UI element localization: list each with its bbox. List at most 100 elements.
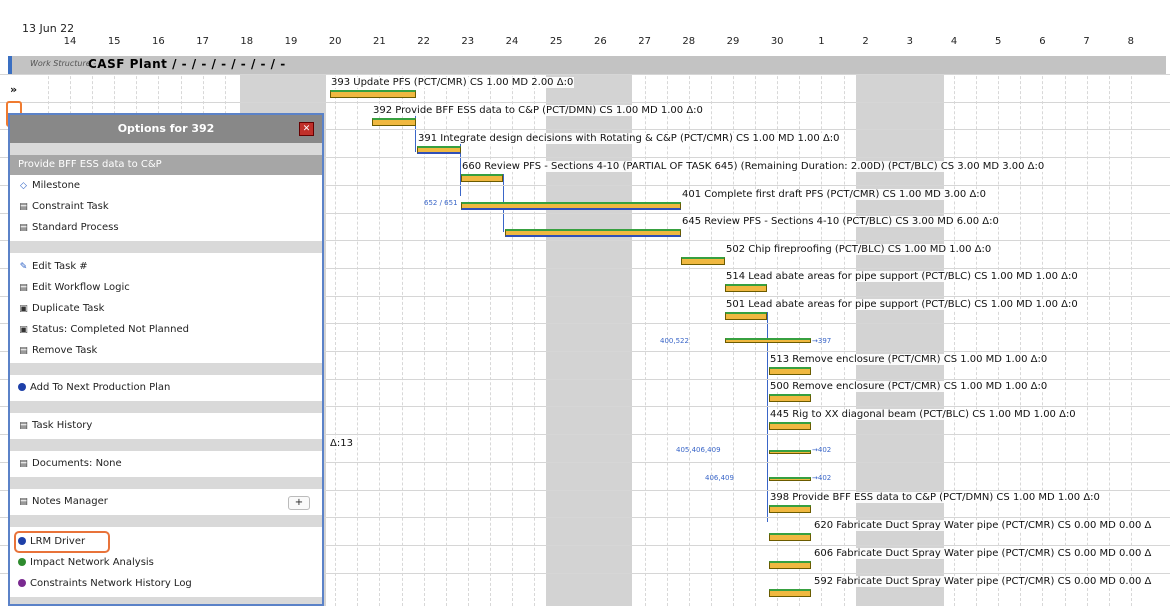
- task-label-398[interactable]: 398 Provide BFF ESS data to C&P (PCT/DMN…: [769, 492, 1101, 503]
- task-bar-405[interactable]: [769, 450, 811, 454]
- process-icon: ▤: [19, 223, 28, 233]
- panel-divider: [10, 363, 322, 375]
- document-icon: ▤: [19, 459, 28, 469]
- add-note-button[interactable]: +: [288, 496, 310, 510]
- day-label: 14: [63, 36, 77, 47]
- menu-item-label: Add To Next Production Plan: [30, 382, 171, 393]
- day-label: 18: [240, 36, 254, 47]
- task-bar-514[interactable]: [725, 284, 767, 292]
- duplicate-icon: ▣: [19, 304, 28, 314]
- menu-item-impact-network[interactable]: Impact Network Analysis: [18, 554, 154, 572]
- menu-item-label: Standard Process: [32, 222, 119, 233]
- history-icon: ▤: [19, 421, 28, 431]
- menu-item-constraints-network[interactable]: Constraints Network History Log: [18, 575, 192, 593]
- task-bar-401[interactable]: [461, 202, 681, 210]
- task-label-502[interactable]: 502 Chip fireproofing (PCT/BLC) CS 1.00 …: [725, 244, 993, 255]
- task-label-645[interactable]: 645 Review PFS - Sections 4-10 (PCT/BLC)…: [681, 216, 1000, 227]
- menu-item-duplicate-task[interactable]: ▣ Duplicate Task: [18, 300, 104, 318]
- task-label-592[interactable]: 592 Fabricate Duct Spray Water pipe (PCT…: [813, 576, 1153, 587]
- task-label-513[interactable]: 513 Remove enclosure (PCT/CMR) CS 1.00 M…: [769, 354, 1049, 365]
- workflow-icon: ▤: [19, 283, 28, 293]
- day-label: 28: [682, 36, 696, 47]
- task-bar-513[interactable]: [769, 367, 811, 375]
- day-label: 25: [549, 36, 563, 47]
- diamond-icon: ◇: [20, 181, 27, 191]
- menu-item-label: Edit Task #: [32, 261, 88, 272]
- dependency-line: [415, 110, 416, 152]
- task-bar-406[interactable]: [769, 477, 811, 481]
- day-label: 6: [1039, 36, 1046, 47]
- task-label-391[interactable]: 391 Integrate design decisions with Rota…: [417, 133, 841, 144]
- green-dot-icon: [18, 558, 26, 566]
- menu-item-label: Task History: [32, 420, 93, 431]
- task-bar-645[interactable]: [505, 229, 681, 237]
- task-label-392[interactable]: 392 Provide BFF ESS data to C&P (PCT/DMN…: [372, 105, 704, 116]
- menu-item-label: Milestone: [32, 180, 81, 191]
- work-structure-name: CASF Plant / - / - / - / - / - / -: [88, 57, 286, 71]
- close-icon[interactable]: ✕: [299, 122, 314, 136]
- task-label-606[interactable]: 606 Fabricate Duct Spray Water pipe (PCT…: [813, 548, 1153, 559]
- task-bar-500[interactable]: [769, 394, 811, 402]
- row-line: [0, 101, 1170, 103]
- menu-item-status[interactable]: ▣ Status: Completed Not Planned: [18, 321, 189, 339]
- task-bar-606[interactable]: [769, 561, 811, 569]
- day-label: 29: [726, 36, 740, 47]
- menu-item-edit-workflow[interactable]: ▤ Edit Workflow Logic: [18, 279, 130, 297]
- notes-icon: ▤: [19, 497, 28, 507]
- menu-item-milestone[interactable]: ◇ Milestone: [18, 177, 80, 195]
- menu-item-add-production-plan[interactable]: Add To Next Production Plan: [18, 379, 170, 397]
- task-bar-620[interactable]: [769, 533, 811, 541]
- task-label-401[interactable]: 401 Complete first draft PFS (PCT/CMR) C…: [681, 189, 988, 200]
- day-label: 8: [1127, 36, 1134, 47]
- task-bar-393[interactable]: [330, 90, 416, 98]
- task-bar-501[interactable]: [725, 312, 767, 320]
- day-label: 1: [818, 36, 825, 47]
- menu-item-standard-process[interactable]: ▤ Standard Process: [18, 219, 119, 237]
- menu-item-documents[interactable]: ▤ Documents: None: [18, 455, 121, 473]
- task-label-514[interactable]: 514 Lead abate areas for pipe support (P…: [725, 271, 1079, 282]
- menu-item-label: Impact Network Analysis: [30, 557, 154, 568]
- menu-item-edit-task[interactable]: ✎ Edit Task #: [18, 258, 88, 276]
- task-bar-391[interactable]: [417, 146, 461, 154]
- task-label-393[interactable]: 393 Update PFS (PCT/CMR) CS 1.00 MD 2.00…: [330, 77, 575, 88]
- day-label: 22: [417, 36, 430, 47]
- successor-label: →397: [812, 337, 832, 345]
- menu-item-label: Status: Completed Not Planned: [32, 324, 189, 335]
- day-label: 23: [461, 36, 475, 47]
- panel-divider: [10, 477, 322, 489]
- task-bar-502[interactable]: [681, 257, 725, 265]
- row-line: [0, 74, 1170, 75]
- day-label: 27: [638, 36, 651, 47]
- predecessor-label: 652 / 651: [424, 199, 458, 207]
- task-bar-660[interactable]: [461, 174, 503, 182]
- options-title: Options for 392: [10, 115, 322, 143]
- start-date: 13 Jun 22: [22, 22, 75, 35]
- task-bar-445[interactable]: [769, 422, 811, 430]
- task-bar-398[interactable]: [769, 505, 811, 513]
- task-label-500[interactable]: 500 Remove enclosure (PCT/CMR) CS 1.00 M…: [769, 381, 1049, 392]
- task-label-501[interactable]: 501 Lead abate areas for pipe support (P…: [725, 299, 1079, 310]
- menu-item-notes-manager[interactable]: ▤ Notes Manager: [18, 493, 108, 511]
- successor-label: →402: [812, 474, 832, 482]
- highlight-box: [14, 531, 110, 553]
- task-label-445[interactable]: 445 Rig to XX diagonal beam (PCT/BLC) CS…: [769, 409, 1077, 420]
- day-label: 5: [995, 36, 1002, 47]
- panel-divider: [10, 401, 322, 413]
- menu-item-constraint-task[interactable]: ▤ Constraint Task: [18, 198, 109, 216]
- day-label: 2: [862, 36, 869, 47]
- expand-chevron-icon[interactable]: »: [10, 83, 17, 96]
- menu-item-remove-task[interactable]: ▤ Remove Task: [18, 342, 97, 360]
- menu-item-label: Remove Task: [32, 345, 98, 356]
- constraint-icon: ▤: [19, 202, 28, 212]
- menu-item-label: Constraint Task: [32, 201, 109, 212]
- remove-icon: ▤: [19, 346, 28, 356]
- edit-icon: ✎: [19, 262, 28, 272]
- work-structure-label: Work Structure -: [30, 59, 97, 68]
- task-label-620[interactable]: 620 Fabricate Duct Spray Water pipe (PCT…: [813, 520, 1153, 531]
- task-bar-392[interactable]: [372, 118, 416, 126]
- task-label-660[interactable]: 660 Review PFS - Sections 4-10 (PARTIAL …: [461, 161, 1046, 172]
- menu-item-task-history[interactable]: ▤ Task History: [18, 417, 92, 435]
- task-bar-592[interactable]: [769, 589, 811, 597]
- task-bar-400-522[interactable]: [725, 338, 811, 343]
- day-label: 30: [770, 36, 784, 47]
